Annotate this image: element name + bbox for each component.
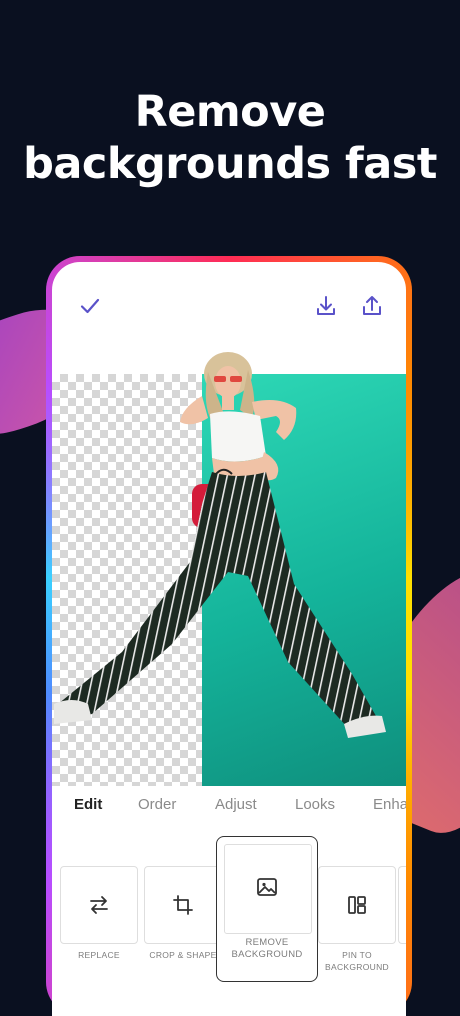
checkmark-icon[interactable] xyxy=(78,294,102,318)
remove-background-label-line-1: REMOVE xyxy=(245,937,289,948)
headline-line-1: Remove xyxy=(134,87,326,137)
editor-tab-bar: Edit Order Adjust Looks Enha xyxy=(52,786,406,827)
remove-background-label: REMOVE BACKGROUND xyxy=(217,937,317,961)
swap-arrows-icon xyxy=(90,896,108,914)
layout-icon xyxy=(348,896,366,914)
share-icon[interactable] xyxy=(360,294,384,318)
tool-strip: REPLACE CROP & SHAPE REMOVE BACKGROUND P… xyxy=(52,826,406,1006)
headline-line-2: backgrounds fast xyxy=(23,139,437,189)
remove-background-label-line-2: BACKGROUND xyxy=(231,949,303,960)
tab-looks[interactable]: Looks xyxy=(295,796,335,813)
person-cutout xyxy=(54,352,386,738)
pin-to-background-label-line-1: PIN TO xyxy=(342,950,372,960)
tab-adjust[interactable]: Adjust xyxy=(215,796,257,813)
replace-tool[interactable]: REPLACE xyxy=(60,866,138,960)
phone-frame: Edit Order Adjust Looks Enha REPLACE CRO… xyxy=(46,256,412,1016)
pin-to-background-label: PIN TO BACKGROUND xyxy=(305,949,406,973)
tab-order[interactable]: Order xyxy=(138,796,176,813)
photo-canvas[interactable] xyxy=(52,352,406,786)
crop-shape-tool[interactable]: CROP & SHAPE xyxy=(144,866,222,960)
headline: Remove backgrounds fast xyxy=(0,86,460,190)
download-icon[interactable] xyxy=(314,294,338,318)
tab-edit[interactable]: Edit xyxy=(74,796,102,813)
pin-to-background-tool[interactable]: PIN TO BACKGROUND xyxy=(318,866,396,972)
crop-icon xyxy=(173,895,193,915)
remove-background-tool[interactable]: REMOVE BACKGROUND xyxy=(216,836,318,982)
image-icon xyxy=(257,878,277,896)
next-tool-partial[interactable] xyxy=(398,866,406,944)
app-screen: Edit Order Adjust Looks Enha REPLACE CRO… xyxy=(52,262,406,1016)
pin-to-background-label-line-2: BACKGROUND xyxy=(325,962,389,972)
tab-enhance[interactable]: Enha xyxy=(373,796,406,813)
